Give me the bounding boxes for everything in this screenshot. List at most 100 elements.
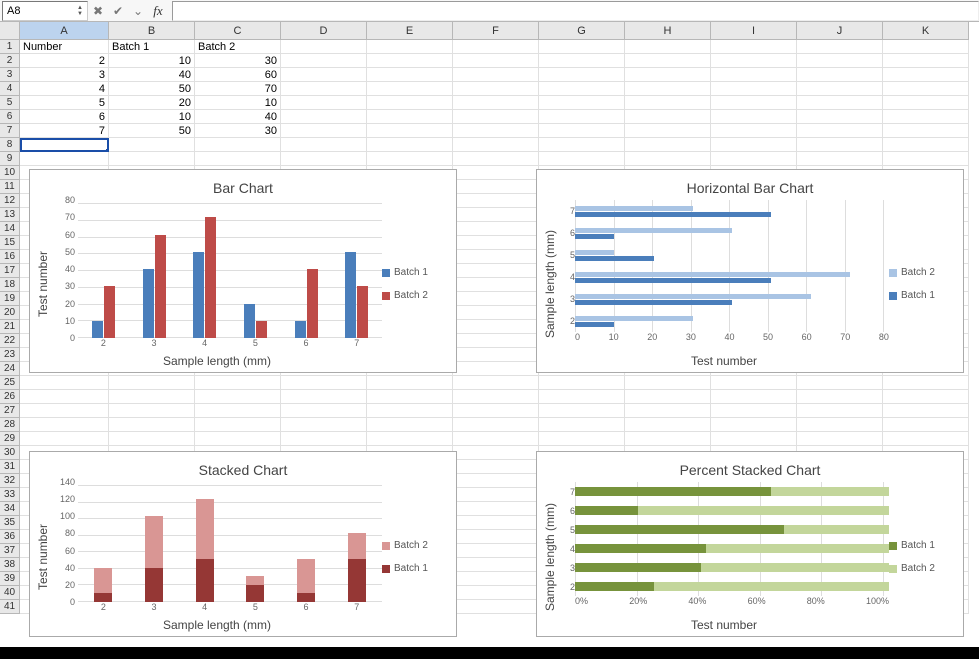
row-header-23[interactable]: 23 bbox=[0, 348, 20, 362]
cell-C28[interactable] bbox=[195, 418, 281, 432]
row-header-29[interactable]: 29 bbox=[0, 432, 20, 446]
cell-J2[interactable] bbox=[797, 54, 883, 68]
chart-bar[interactable]: Bar ChartTest number01020304050607080234… bbox=[29, 169, 457, 373]
cell-H5[interactable] bbox=[625, 96, 711, 110]
cell-H3[interactable] bbox=[625, 68, 711, 82]
cell-C5[interactable]: 10 bbox=[195, 96, 281, 110]
row-header-7[interactable]: 7 bbox=[0, 124, 20, 138]
cell-K28[interactable] bbox=[883, 418, 969, 432]
chart-pct[interactable]: Percent Stacked ChartSample length (mm)7… bbox=[536, 451, 964, 637]
cell-F29[interactable] bbox=[453, 432, 539, 446]
name-box[interactable]: A8 ▲▼ bbox=[2, 1, 88, 21]
column-header-H[interactable]: H bbox=[625, 22, 711, 40]
row-header-5[interactable]: 5 bbox=[0, 96, 20, 110]
cell-F27[interactable] bbox=[453, 404, 539, 418]
cell-J28[interactable] bbox=[797, 418, 883, 432]
cell-K4[interactable] bbox=[883, 82, 969, 96]
cell-D29[interactable] bbox=[281, 432, 367, 446]
cell-H2[interactable] bbox=[625, 54, 711, 68]
cell-F35[interactable] bbox=[453, 516, 539, 530]
row-header-14[interactable]: 14 bbox=[0, 222, 20, 236]
cell-F15[interactable] bbox=[453, 236, 539, 250]
cell-B28[interactable] bbox=[109, 418, 195, 432]
cell-J27[interactable] bbox=[797, 404, 883, 418]
cell-F30[interactable] bbox=[453, 446, 539, 460]
cell-E5[interactable] bbox=[367, 96, 453, 110]
cell-C29[interactable] bbox=[195, 432, 281, 446]
cell-B6[interactable]: 10 bbox=[109, 110, 195, 124]
fx-icon[interactable]: fx bbox=[148, 1, 168, 21]
row-header-25[interactable]: 25 bbox=[0, 376, 20, 390]
cell-F7[interactable] bbox=[453, 124, 539, 138]
cell-I8[interactable] bbox=[711, 138, 797, 152]
cell-F24[interactable] bbox=[453, 362, 539, 376]
cell-J6[interactable] bbox=[797, 110, 883, 124]
cell-H7[interactable] bbox=[625, 124, 711, 138]
cell-C3[interactable]: 60 bbox=[195, 68, 281, 82]
cell-I2[interactable] bbox=[711, 54, 797, 68]
cell-H29[interactable] bbox=[625, 432, 711, 446]
column-header-B[interactable]: B bbox=[109, 22, 195, 40]
cell-E28[interactable] bbox=[367, 418, 453, 432]
cell-A28[interactable] bbox=[20, 418, 109, 432]
cell-F13[interactable] bbox=[453, 208, 539, 222]
formula-input[interactable] bbox=[172, 1, 979, 21]
column-header-G[interactable]: G bbox=[539, 22, 625, 40]
cell-B2[interactable]: 10 bbox=[109, 54, 195, 68]
row-header-31[interactable]: 31 bbox=[0, 460, 20, 474]
cell-F33[interactable] bbox=[453, 488, 539, 502]
cell-D9[interactable] bbox=[281, 152, 367, 166]
cell-D5[interactable] bbox=[281, 96, 367, 110]
cell-B29[interactable] bbox=[109, 432, 195, 446]
name-box-stepper-icon[interactable]: ▲▼ bbox=[77, 5, 83, 17]
cell-H26[interactable] bbox=[625, 390, 711, 404]
cell-B7[interactable]: 50 bbox=[109, 124, 195, 138]
column-header-J[interactable]: J bbox=[797, 22, 883, 40]
cell-E7[interactable] bbox=[367, 124, 453, 138]
cell-J9[interactable] bbox=[797, 152, 883, 166]
row-header-21[interactable]: 21 bbox=[0, 320, 20, 334]
row-header-9[interactable]: 9 bbox=[0, 152, 20, 166]
cell-D8[interactable] bbox=[281, 138, 367, 152]
cell-C25[interactable] bbox=[195, 376, 281, 390]
row-headers[interactable]: 1234567891011121314151617181920212223242… bbox=[0, 40, 20, 614]
cell-A9[interactable] bbox=[20, 152, 109, 166]
cell-G28[interactable] bbox=[539, 418, 625, 432]
cell-F41[interactable] bbox=[453, 600, 539, 614]
cell-K7[interactable] bbox=[883, 124, 969, 138]
cell-G4[interactable] bbox=[539, 82, 625, 96]
cell-A8[interactable] bbox=[20, 138, 109, 152]
cell-F28[interactable] bbox=[453, 418, 539, 432]
cell-F14[interactable] bbox=[453, 222, 539, 236]
cell-A3[interactable]: 3 bbox=[20, 68, 109, 82]
cell-G3[interactable] bbox=[539, 68, 625, 82]
cell-F25[interactable] bbox=[453, 376, 539, 390]
cell-F40[interactable] bbox=[453, 586, 539, 600]
cell-C26[interactable] bbox=[195, 390, 281, 404]
row-header-3[interactable]: 3 bbox=[0, 68, 20, 82]
column-headers[interactable]: ABCDEFGHIJK bbox=[20, 22, 969, 40]
cell-C9[interactable] bbox=[195, 152, 281, 166]
cell-D25[interactable] bbox=[281, 376, 367, 390]
cell-D2[interactable] bbox=[281, 54, 367, 68]
cell-K25[interactable] bbox=[883, 376, 969, 390]
cell-E26[interactable] bbox=[367, 390, 453, 404]
accept-icon[interactable]: ✔ bbox=[108, 1, 128, 21]
cell-D4[interactable] bbox=[281, 82, 367, 96]
cell-G7[interactable] bbox=[539, 124, 625, 138]
cell-I26[interactable] bbox=[711, 390, 797, 404]
cell-F4[interactable] bbox=[453, 82, 539, 96]
cell-G8[interactable] bbox=[539, 138, 625, 152]
row-header-12[interactable]: 12 bbox=[0, 194, 20, 208]
cell-F18[interactable] bbox=[453, 278, 539, 292]
cell-K9[interactable] bbox=[883, 152, 969, 166]
cancel-icon[interactable]: ✖ bbox=[88, 1, 108, 21]
cell-I27[interactable] bbox=[711, 404, 797, 418]
cell-F26[interactable] bbox=[453, 390, 539, 404]
row-header-36[interactable]: 36 bbox=[0, 530, 20, 544]
cell-B1[interactable]: Batch 1 bbox=[109, 40, 195, 54]
cell-E29[interactable] bbox=[367, 432, 453, 446]
cell-C7[interactable]: 30 bbox=[195, 124, 281, 138]
cell-E25[interactable] bbox=[367, 376, 453, 390]
cell-B9[interactable] bbox=[109, 152, 195, 166]
